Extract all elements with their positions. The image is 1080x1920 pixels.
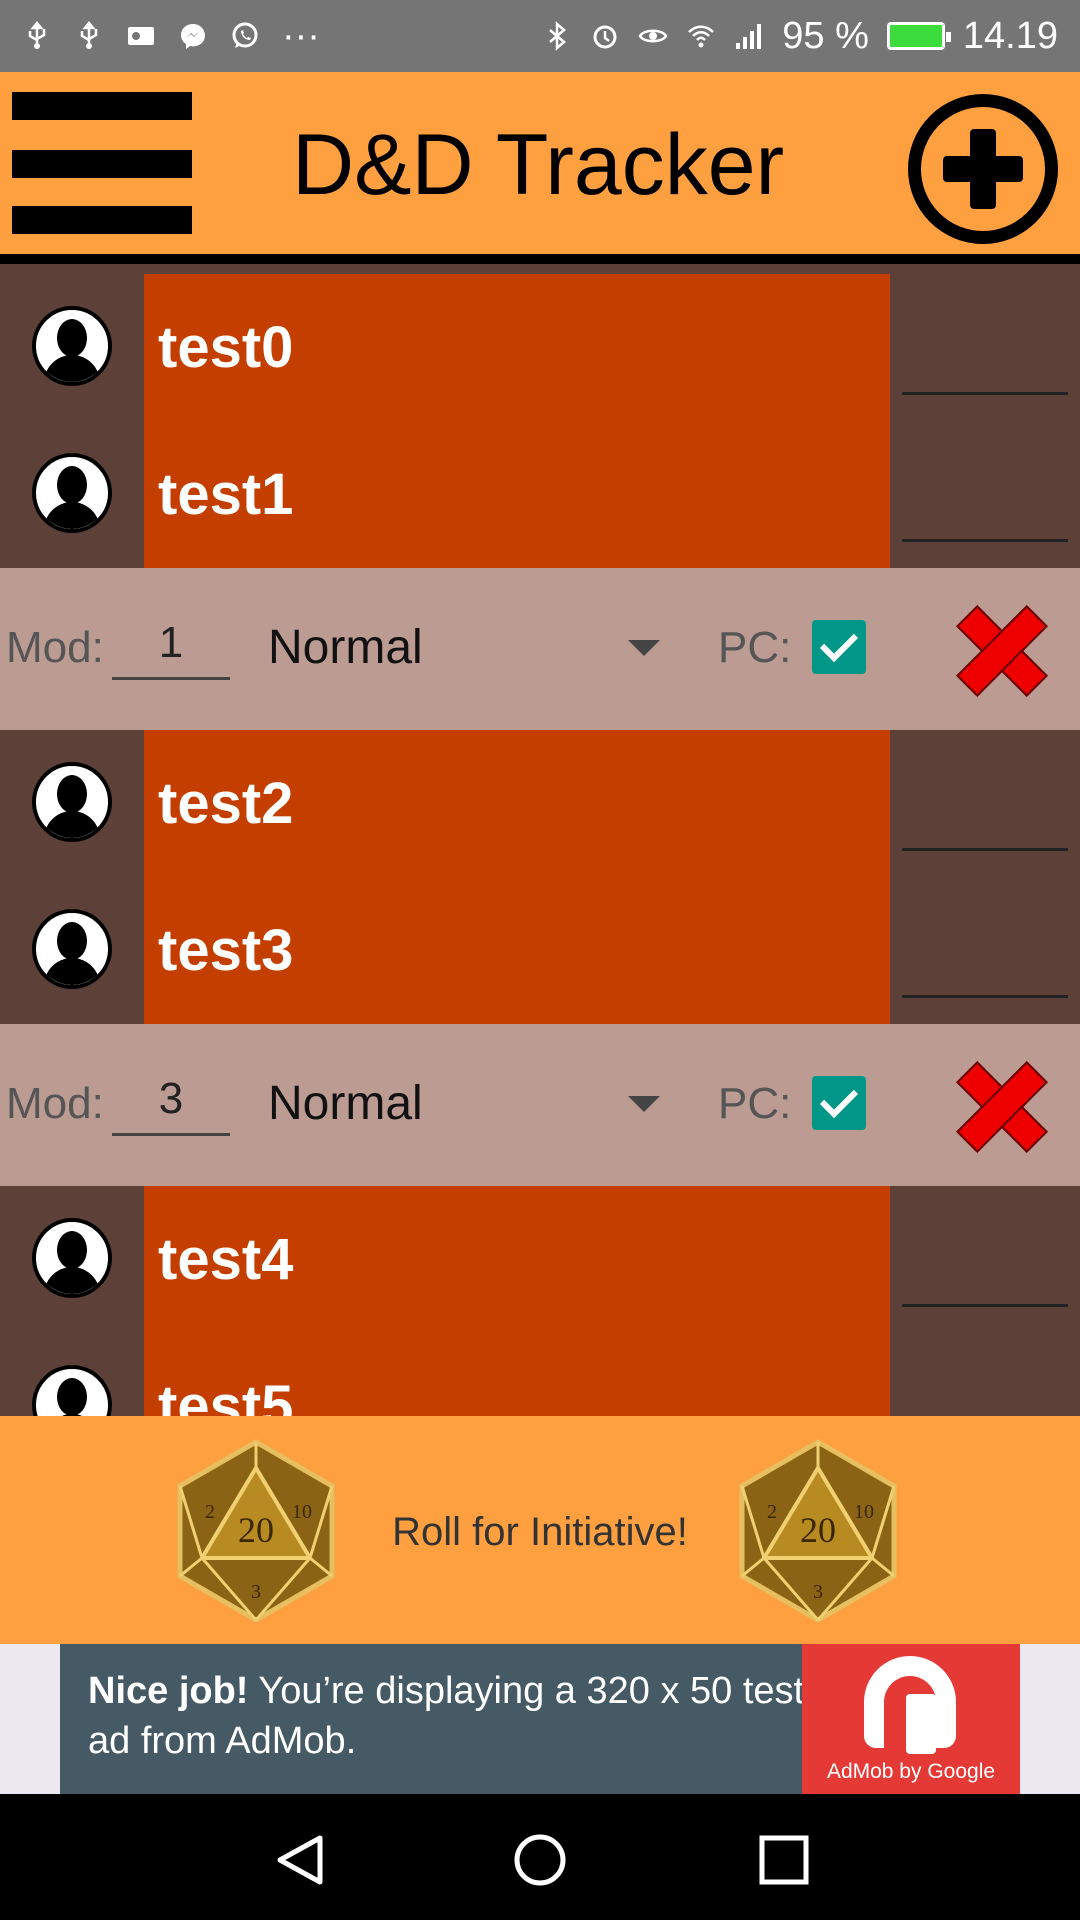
add-circle-icon[interactable] bbox=[908, 94, 1058, 244]
dropdown-caret-icon bbox=[628, 640, 660, 656]
mod-input[interactable] bbox=[112, 1064, 230, 1136]
ad-strip: Nice job! You’re displaying a 320 x 50 t… bbox=[0, 1644, 1080, 1794]
die-small-face: 3 bbox=[813, 1581, 823, 1603]
usb-icon bbox=[80, 21, 98, 49]
combatant-name: test1 bbox=[158, 462, 294, 527]
name-cell[interactable]: test0 bbox=[144, 274, 890, 421]
delete-icon[interactable] bbox=[954, 604, 1044, 694]
admob-caption: AdMob by Google bbox=[826, 1760, 996, 1783]
bluetooth-icon bbox=[549, 21, 567, 51]
home-icon[interactable] bbox=[512, 1832, 568, 1888]
battery-icon bbox=[886, 22, 951, 50]
avatar-icon bbox=[32, 306, 112, 386]
avatar-icon bbox=[32, 1218, 112, 1298]
admob-logo: AdMob by Google bbox=[802, 1644, 1020, 1794]
initiative-field[interactable] bbox=[902, 1304, 1068, 1307]
hamburger-menu-icon[interactable] bbox=[12, 92, 192, 234]
signal-icon bbox=[736, 24, 762, 49]
initiative-field[interactable] bbox=[902, 392, 1068, 395]
nav-bar bbox=[0, 1794, 1080, 1920]
avatar-icon bbox=[32, 453, 112, 533]
pc-checkbox[interactable] bbox=[812, 620, 866, 674]
avatar-icon bbox=[32, 909, 112, 989]
type-selected-value: Normal bbox=[268, 1077, 423, 1130]
die-face-number: 20 bbox=[800, 1510, 836, 1550]
dropdown-caret-icon bbox=[628, 1096, 660, 1112]
ad-banner[interactable]: Nice job! You’re displaying a 320 x 50 t… bbox=[60, 1644, 1020, 1794]
back-icon[interactable] bbox=[272, 1832, 328, 1888]
status-bar: ··· 95 % 14.19 bbox=[0, 0, 1080, 72]
die-small-face: 10 bbox=[854, 1501, 874, 1523]
whatsapp-icon bbox=[232, 22, 258, 48]
usb-icon bbox=[28, 21, 46, 49]
outlook-icon bbox=[128, 27, 154, 45]
name-cell[interactable]: test2 bbox=[144, 730, 890, 877]
die-small-face: 2 bbox=[767, 1501, 777, 1523]
d20-die-icon[interactable]: 20 2 10 3 bbox=[734, 1438, 902, 1624]
combatant-details: Mod: Normal PC: bbox=[0, 568, 1080, 730]
mod-input[interactable] bbox=[112, 608, 230, 680]
wifi-icon bbox=[688, 25, 715, 48]
name-cell[interactable]: test5 bbox=[144, 1333, 890, 1416]
name-cell[interactable]: test1 bbox=[144, 421, 890, 568]
die-small-face: 10 bbox=[292, 1501, 312, 1523]
admob-logo-icon bbox=[864, 1656, 956, 1754]
roll-initiative-button[interactable]: Roll for Initiative! bbox=[360, 1510, 720, 1555]
combatant-details: Mod: Normal PC: bbox=[0, 1024, 1080, 1186]
die-small-face: 3 bbox=[251, 1581, 261, 1603]
combatant-name: test5 bbox=[158, 1374, 294, 1416]
initiative-field[interactable] bbox=[902, 539, 1068, 542]
avatar-icon bbox=[32, 1365, 112, 1416]
combatant-row[interactable]: test1 bbox=[0, 421, 1080, 568]
messenger-icon bbox=[181, 24, 205, 49]
combatant-name: test4 bbox=[158, 1227, 294, 1292]
delete-icon[interactable] bbox=[954, 1060, 1044, 1150]
combatant-name: test2 bbox=[158, 771, 294, 836]
mod-label: Mod: bbox=[6, 1079, 104, 1128]
mod-label: Mod: bbox=[6, 623, 104, 672]
combatant-name: test3 bbox=[158, 918, 294, 983]
name-cell[interactable]: test4 bbox=[144, 1186, 890, 1333]
avatar-icon bbox=[32, 762, 112, 842]
initiative-field[interactable] bbox=[902, 995, 1068, 998]
name-cell[interactable]: test3 bbox=[144, 877, 890, 1024]
type-selected-value: Normal bbox=[268, 621, 423, 674]
combatant-row[interactable]: test3 bbox=[0, 877, 1080, 1024]
pc-label: PC: bbox=[718, 623, 792, 672]
roll-bar: 20 2 10 3 Roll for Initiative! 20 2 10 3 bbox=[0, 1416, 1080, 1644]
system-icons: 95 % 14.19 bbox=[542, 15, 1058, 58]
clock: 14.19 bbox=[962, 14, 1058, 57]
combatant-row[interactable]: test2 bbox=[0, 730, 1080, 877]
ad-text: Nice job! You’re displaying a 320 x 50 t… bbox=[88, 1666, 828, 1766]
combatant-list[interactable]: test0 test1 Mod: Normal PC: test2 bbox=[0, 274, 1080, 1416]
combatant-row[interactable]: test0 bbox=[0, 274, 1080, 421]
initiative-field[interactable] bbox=[902, 848, 1068, 851]
combatant-row[interactable]: test4 bbox=[0, 1186, 1080, 1333]
combatant-name: test0 bbox=[158, 315, 294, 380]
die-face-number: 20 bbox=[238, 1510, 274, 1550]
app-title: D&D Tracker bbox=[292, 117, 785, 213]
battery-percent: 95 % bbox=[782, 14, 869, 57]
alarm-icon bbox=[593, 25, 617, 49]
pc-checkbox[interactable] bbox=[812, 1076, 866, 1130]
more-icon: ··· bbox=[282, 14, 320, 57]
type-dropdown[interactable]: Normal bbox=[268, 612, 668, 682]
app-bar: D&D Tracker bbox=[0, 72, 1080, 264]
pc-label: PC: bbox=[718, 1079, 792, 1128]
die-small-face: 2 bbox=[205, 1501, 215, 1523]
type-dropdown[interactable]: Normal bbox=[268, 1068, 668, 1138]
notification-icons: ··· bbox=[22, 15, 320, 58]
d20-die-icon[interactable]: 20 2 10 3 bbox=[172, 1438, 340, 1624]
ad-bold-text: Nice job! bbox=[88, 1670, 249, 1712]
recents-icon[interactable] bbox=[756, 1832, 812, 1888]
combatant-row[interactable]: test5 bbox=[0, 1333, 1080, 1416]
eye-icon bbox=[638, 29, 668, 43]
